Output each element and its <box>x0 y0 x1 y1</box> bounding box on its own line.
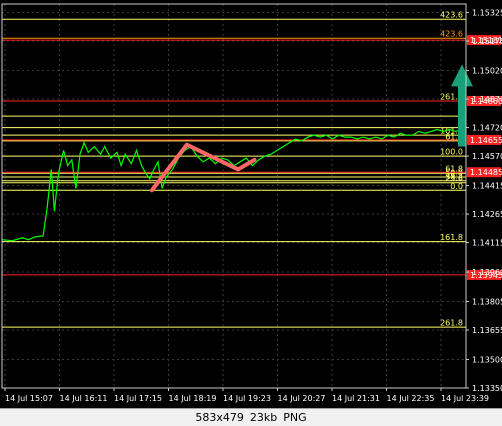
fib-level-label: 161.8 <box>440 233 463 242</box>
time-tick-label: 14 Jul 20:27 <box>278 394 326 403</box>
price-tick-label: 1.14720 <box>472 124 502 133</box>
fib-level-label: 0.0 <box>450 182 463 191</box>
price-tick-label: 1.13960 <box>472 268 502 277</box>
image-format: PNG <box>283 411 307 424</box>
time-tick-label: 14 Jul 16:11 <box>60 394 108 403</box>
fib-level-label: 423.6 <box>440 30 463 39</box>
fib-level-label: 100.0 <box>440 148 463 157</box>
image-info-bar: 583x479 23kb PNG <box>0 408 502 426</box>
image-dimensions: 583x479 <box>195 411 244 424</box>
image-size: 23kb <box>249 411 278 424</box>
arrow-shaft <box>458 84 466 147</box>
price-chart: 423.6423.6261.821161.861.8100.061.850.03… <box>0 0 502 426</box>
price-tick-label: 1.14570 <box>472 152 502 161</box>
price-tick-label: 1.15020 <box>472 67 502 76</box>
price-tick-label: 1.15175 <box>472 37 502 46</box>
price-tick-label: 1.14265 <box>472 210 502 219</box>
price-tick-label: 1.14870 <box>472 95 502 104</box>
time-tick-label: 14 Jul 17:15 <box>114 394 162 403</box>
price-tag-label: 1.14485 <box>470 168 502 177</box>
chart-background <box>0 0 502 426</box>
price-tick-label: 1.15325 <box>472 9 502 18</box>
fib-level-label: 261.8 <box>440 319 463 328</box>
time-tick-label: 14 Jul 15:07 <box>5 394 53 403</box>
time-tick-label: 14 Jul 18:19 <box>169 394 217 403</box>
price-tick-label: 1.14115 <box>472 239 502 248</box>
price-tick-label: 1.14415 <box>472 182 502 191</box>
time-tick-label: 14 Jul 23:39 <box>441 394 489 403</box>
time-tick-label: 14 Jul 21:31 <box>332 394 380 403</box>
fib-level-label: 423.6 <box>440 11 463 20</box>
price-tick-label: 1.13655 <box>472 326 502 335</box>
price-tick-label: 1.13350 <box>472 384 502 393</box>
time-tick-label: 14 Jul 19:23 <box>223 394 271 403</box>
time-tick-label: 14 Jul 22:35 <box>387 394 435 403</box>
price-tag-label: 1.14655 <box>470 136 502 145</box>
price-tick-label: 1.13805 <box>472 298 502 307</box>
price-tick-label: 1.13500 <box>472 355 502 364</box>
